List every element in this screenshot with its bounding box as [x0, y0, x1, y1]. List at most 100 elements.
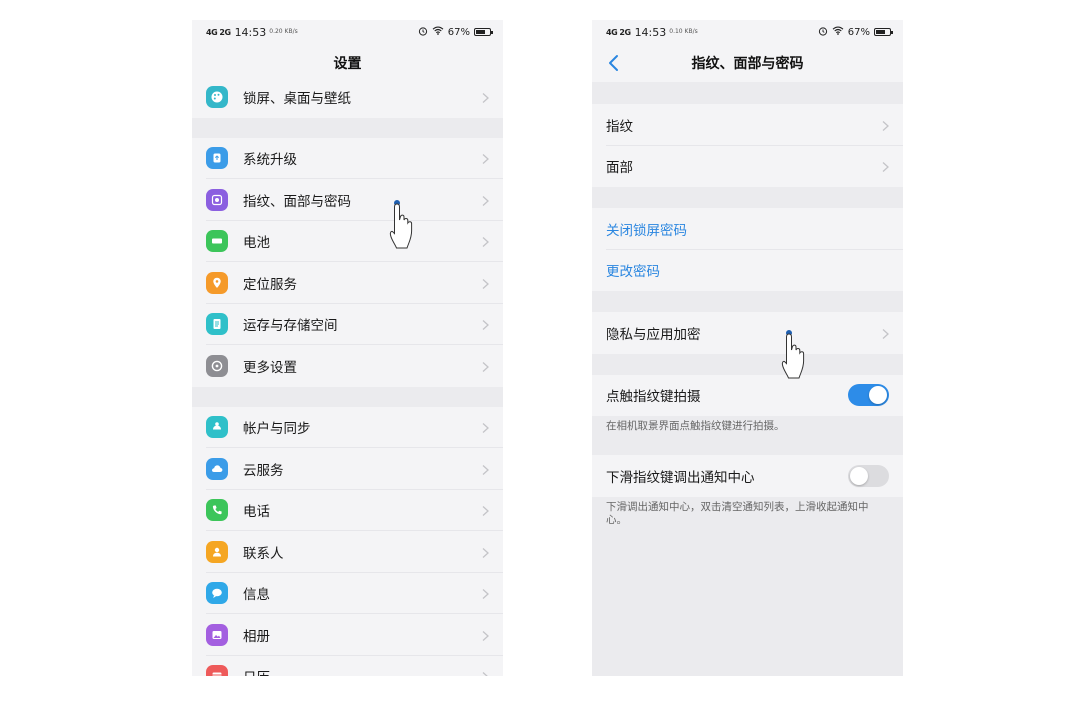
chevron-right-icon: [482, 360, 489, 372]
change-password-label: 更改密码: [606, 264, 660, 281]
fingerprint-label: 指纹: [606, 118, 633, 135]
network-speed: 0.20 KB/s: [269, 28, 298, 35]
signal-indicator: 4G 2G: [206, 27, 231, 37]
section-gap: [592, 82, 903, 104]
settings-item[interactable]: 更多设置: [192, 345, 503, 387]
fingerprint-face-password-screen: 4G 2G 14:53 0.10 KB/s 67% 指纹、面部与密码 指纹 面部…: [592, 20, 903, 676]
settings-item-label: 锁屏、桌面与壁纸: [243, 90, 351, 107]
touch-fingerprint-shoot-label: 点触指纹键拍摄: [606, 389, 701, 406]
chevron-right-icon: [482, 505, 489, 517]
privacy-app-encryption-label: 隐私与应用加密: [606, 326, 701, 343]
system-update-icon: [206, 147, 228, 170]
touch-fingerprint-shoot-toggle[interactable]: [848, 384, 889, 407]
swipe-notification-toggle[interactable]: [848, 464, 889, 487]
settings-item[interactable]: 云服务: [192, 448, 503, 490]
settings-item-label: 帐户与同步: [243, 421, 311, 438]
contacts-icon: [206, 540, 228, 563]
chevron-right-icon: [482, 422, 489, 434]
chevron-right-icon: [882, 119, 889, 131]
settings-item[interactable]: 帐户与同步: [192, 407, 503, 449]
settings-item[interactable]: 电池: [192, 221, 503, 263]
fingerprint-item[interactable]: 指纹: [592, 104, 903, 146]
tap-hand-icon: [388, 196, 426, 252]
settings-item-label: 运存与存储空间: [243, 318, 338, 335]
back-arrow-icon[interactable]: [606, 53, 624, 73]
storage-icon: [206, 313, 228, 336]
battery-percent: 67%: [847, 26, 870, 38]
settings-item[interactable]: 指纹、面部与密码: [192, 179, 503, 221]
battery-indicator-icon: [874, 28, 893, 36]
chevron-right-icon: [482, 629, 489, 641]
face-label: 面部: [606, 160, 633, 177]
cloud-icon: [206, 457, 228, 480]
settings-item[interactable]: 电话: [192, 490, 503, 532]
section-gap: [192, 386, 503, 407]
settings-item-label: 日历: [243, 666, 270, 676]
hint-block: 在相机取景界面点触指纹键进行拍摄。: [592, 416, 903, 455]
wifi-icon: [832, 26, 844, 38]
signal-indicator: 4G 2G: [606, 27, 631, 37]
swipe-notification-hint: 下滑调出通知中心，双击清空通知列表，上滑收起通知中心。: [606, 500, 869, 526]
more-settings-icon: [206, 354, 228, 377]
settings-item-label: 指纹、面部与密码: [243, 193, 351, 210]
settings-item[interactable]: 联系人: [192, 531, 503, 573]
battery-percent: 67%: [447, 26, 470, 38]
page-title: 指纹、面部与密码: [691, 56, 804, 72]
alarm-icon: [818, 26, 828, 39]
chevron-right-icon: [482, 153, 489, 165]
fingerprint-icon: [206, 188, 228, 211]
chevron-right-icon: [882, 161, 889, 173]
chevron-right-icon: [482, 546, 489, 558]
settings-item-label: 电话: [243, 504, 270, 521]
settings-item-label: 云服务: [243, 462, 284, 479]
wifi-icon: [432, 26, 444, 38]
network-speed: 0.10 KB/s: [669, 28, 698, 35]
account-sync-icon: [206, 416, 228, 439]
chevron-right-icon: [482, 319, 489, 331]
settings-item[interactable]: 日历: [192, 656, 503, 676]
settings-item-label: 定位服务: [243, 276, 297, 293]
tap-hand-icon: [780, 326, 818, 382]
chevron-right-icon: [482, 671, 489, 676]
chevron-right-icon: [482, 588, 489, 600]
chevron-right-icon: [482, 277, 489, 289]
settings-item[interactable]: 运存与存储空间: [192, 304, 503, 346]
chevron-right-icon: [482, 236, 489, 248]
status-bar: 4G 2G 14:53 0.20 KB/s 67%: [192, 20, 503, 44]
phone-icon: [206, 499, 228, 522]
hint-block: 下滑调出通知中心，双击清空通知列表，上滑收起通知中心。: [592, 496, 903, 676]
settings-item-label: 联系人: [243, 545, 284, 562]
settings-item-label: 更多设置: [243, 359, 297, 376]
swipe-notification-label: 下滑指纹键调出通知中心: [606, 469, 755, 486]
disable-lock-password-link[interactable]: 关闭锁屏密码: [592, 208, 903, 250]
settings-item[interactable]: 相册: [192, 614, 503, 656]
privacy-app-encryption-item[interactable]: 隐私与应用加密: [592, 312, 903, 354]
settings-screen: 4G 2G 14:53 0.20 KB/s 67% 设置 锁屏、桌面与壁纸 系统升…: [192, 20, 503, 676]
settings-item[interactable]: 信息: [192, 573, 503, 615]
change-password-link[interactable]: 更改密码: [592, 250, 903, 292]
clock: 14:53: [634, 25, 667, 39]
settings-item-label: 信息: [243, 587, 270, 604]
section-gap: [592, 291, 903, 312]
face-item[interactable]: 面部: [592, 146, 903, 188]
clock: 14:53: [234, 25, 267, 39]
touch-fingerprint-shoot-row: 点触指纹键拍摄: [592, 375, 903, 417]
section-gap: [192, 117, 503, 138]
settings-item-label: 电池: [243, 235, 270, 252]
settings-list: 锁屏、桌面与壁纸 系统升级指纹、面部与密码 电池定位服务运存与存储空间 更多设置帐户与…: [192, 76, 503, 676]
album-icon: [206, 623, 228, 646]
palette-icon: [206, 85, 228, 108]
title-bar: 指纹、面部与密码: [592, 44, 903, 82]
chevron-right-icon: [482, 194, 489, 206]
settings-item[interactable]: 系统升级: [192, 138, 503, 180]
location-icon: [206, 271, 228, 294]
settings-item[interactable]: 定位服务: [192, 262, 503, 304]
chevron-right-icon: [882, 327, 889, 339]
touch-fingerprint-shoot-hint: 在相机取景界面点触指纹键进行拍摄。: [606, 420, 785, 432]
swipe-notification-row: 下滑指纹键调出通知中心: [592, 455, 903, 497]
settings-item-label: 系统升级: [243, 152, 297, 169]
calendar-icon: [206, 665, 228, 676]
section-gap: [592, 187, 903, 208]
alarm-icon: [418, 26, 428, 39]
settings-item[interactable]: 锁屏、桌面与壁纸: [192, 76, 503, 118]
